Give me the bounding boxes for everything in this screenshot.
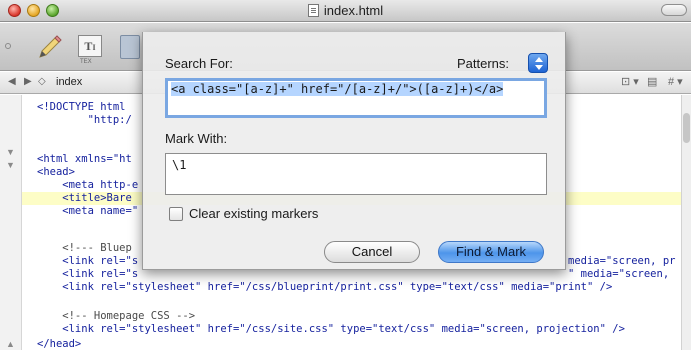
navbar-file-name[interactable]: index [56, 76, 82, 88]
bookmarks-icon[interactable]: ⊡ ▾ [621, 75, 639, 88]
forward-arrow-icon[interactable]: ▶ [24, 76, 32, 87]
text-icon[interactable]: TI [78, 35, 102, 57]
code-line: <link rel="stylesheet" href="/css/site.c… [37, 323, 625, 335]
code-line: <link rel="s [37, 268, 139, 280]
code-line: <!--- Bluep [37, 242, 132, 254]
patterns-label: Patterns: [457, 56, 510, 71]
code-line: <head> [37, 166, 75, 178]
clear-markers-checkbox[interactable] [169, 207, 183, 221]
code-line-fragment: media="screen, pr [568, 255, 676, 267]
window-title-text: index.html [323, 3, 384, 18]
code-line: <link rel="s [37, 255, 139, 267]
html-document-icon [307, 4, 319, 17]
code-line: <meta name=" [37, 205, 139, 217]
editor-gutter: ▼ ▼ ▲ [0, 95, 22, 350]
code-line: <html xmlns="ht [37, 153, 132, 165]
code-line: "http:/ [37, 114, 132, 126]
clear-markers-label[interactable]: Clear existing markers [189, 206, 318, 221]
code-line: <meta http-e [37, 179, 139, 191]
document-icon[interactable] [120, 35, 140, 59]
fold-marker-icon[interactable]: ▼ [6, 147, 15, 157]
pencil-icon[interactable] [34, 33, 64, 63]
scrollbar-knob[interactable] [683, 113, 690, 143]
fold-marker-icon[interactable]: ▼ [6, 160, 15, 170]
mark-with-label: Mark With: [165, 131, 228, 146]
search-for-input[interactable]: <a class="[a-z]+" href="/[a-z]+/">([a-z]… [165, 78, 547, 118]
back-arrow-icon[interactable]: ◀ [8, 76, 16, 87]
mark-with-input[interactable]: \1 [165, 153, 547, 195]
code-line-fragment: " media="screen, [568, 268, 670, 280]
toolbar-circle-icon[interactable] [5, 43, 11, 49]
file-menu-icon[interactable]: ◇ [38, 76, 46, 87]
code-line: <link rel="stylesheet" href="/css/bluepr… [37, 281, 613, 293]
symbol-menu-icon[interactable]: # ▾ [668, 75, 683, 88]
cancel-button[interactable]: Cancel [324, 241, 420, 263]
find-and-mark-dialog: Search For: Patterns: <a class="[a-z]+" … [142, 32, 566, 270]
patterns-popup-button[interactable] [528, 53, 548, 73]
code-line: <!DOCTYPE html [37, 101, 126, 113]
window-title: index.html [0, 3, 691, 18]
stepper-down-icon [535, 65, 543, 70]
fold-marker-icon[interactable]: ▲ [6, 339, 15, 349]
search-for-label: Search For: [165, 56, 233, 71]
vertical-scrollbar[interactable] [681, 95, 691, 350]
code-line: <!-- Homepage CSS --> [37, 310, 196, 322]
search-for-value: <a class="[a-z]+" href="/[a-z]+/">([a-z]… [171, 82, 504, 96]
window-titlebar: index.html [0, 0, 691, 22]
tex-label: TEX [80, 59, 92, 65]
find-and-mark-button[interactable]: Find & Mark [438, 241, 544, 263]
stepper-up-icon [535, 57, 543, 62]
code-line: </head> [37, 338, 82, 350]
toolbar-toggle-button[interactable] [661, 4, 687, 16]
split-view-icon[interactable]: ▤ [647, 75, 657, 88]
